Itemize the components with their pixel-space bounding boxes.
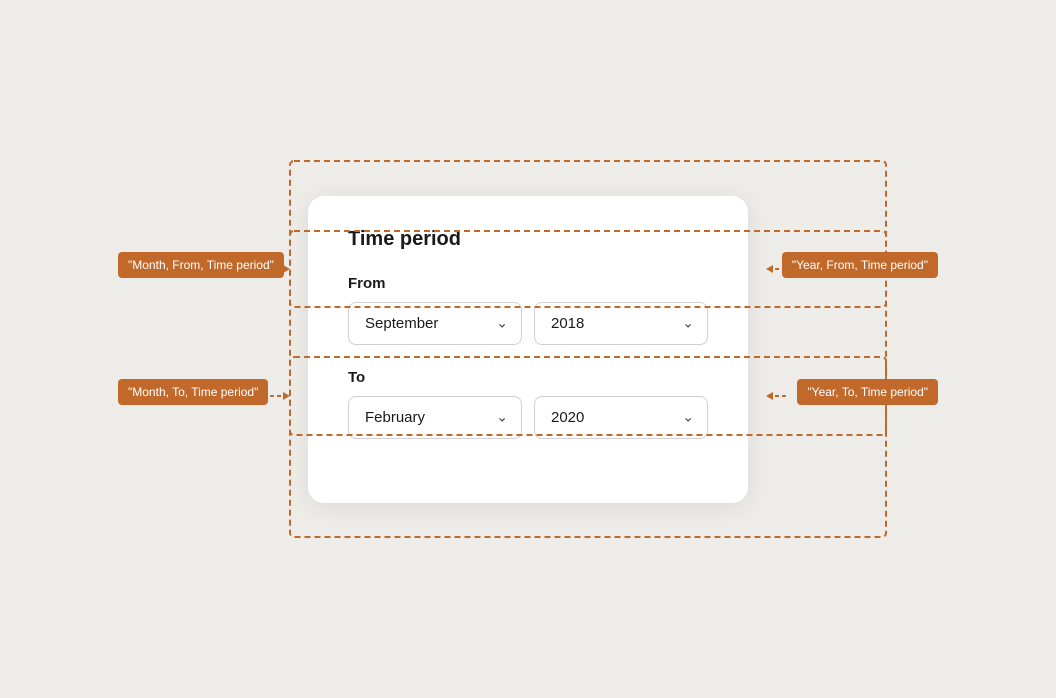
to-month-select[interactable]: January February March April May June Ju… (348, 396, 522, 439)
from-group: From January February March April May Ju… (348, 275, 708, 345)
time-period-card: Time period From January February March … (308, 196, 748, 503)
from-year-select[interactable]: 2015 2016 2017 2018 2019 2020 2021 2022 … (534, 302, 708, 345)
tooltip-year-from: "Year, From, Time period" (782, 252, 938, 278)
to-month-wrapper: January February March April May June Ju… (348, 396, 522, 439)
from-year-wrapper: 2015 2016 2017 2018 2019 2020 2021 2022 … (534, 302, 708, 345)
card-title: Time period (348, 228, 708, 251)
tooltip-year-to: "Year, To, Time period" (797, 379, 938, 405)
to-group: To January February March April May June… (348, 369, 708, 439)
to-year-wrapper: 2015 2016 2017 2018 2019 2020 2021 2022 … (534, 396, 708, 439)
tooltip-month-from: "Month, From, Time period" (118, 252, 284, 278)
to-year-select[interactable]: 2015 2016 2017 2018 2019 2020 2021 2022 … (534, 396, 708, 439)
to-label: To (348, 369, 708, 386)
tooltip-month-to: "Month, To, Time period" (118, 379, 268, 405)
from-row: January February March April May June Ju… (348, 302, 708, 345)
to-row: January February March April May June Ju… (348, 396, 708, 439)
from-label: From (348, 275, 708, 292)
from-month-select[interactable]: January February March April May June Ju… (348, 302, 522, 345)
from-month-wrapper: January February March April May June Ju… (348, 302, 522, 345)
